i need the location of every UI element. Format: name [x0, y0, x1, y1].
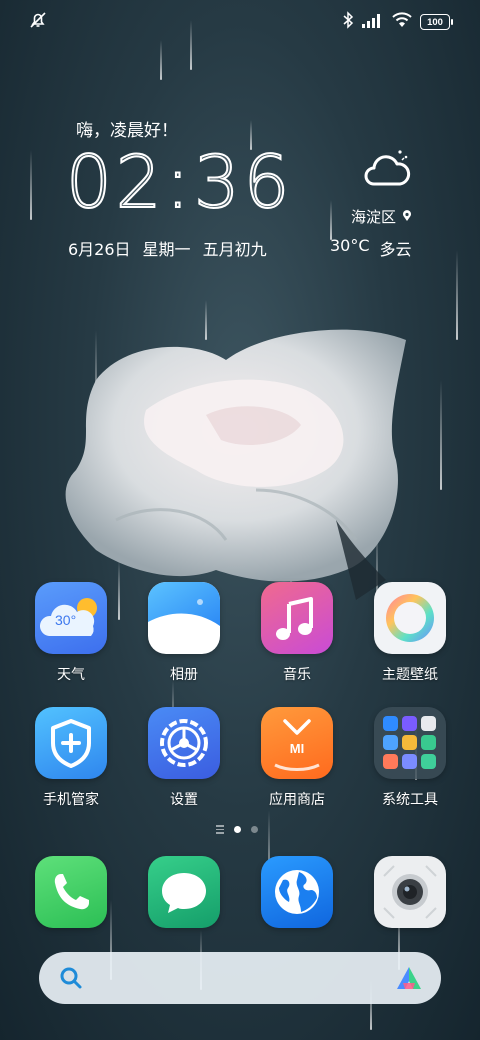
app-gallery[interactable]: 相册	[139, 582, 229, 684]
messages-icon[interactable]	[148, 856, 220, 928]
ai-assistant-icon[interactable]	[395, 965, 423, 995]
gallery-app-icon	[148, 582, 220, 654]
date-text: 6月26日	[68, 240, 131, 259]
cloudy-night-icon[interactable]	[364, 148, 412, 194]
wallpaper-rose-image	[56, 320, 416, 624]
lunar-date-text: 五月初九	[202, 240, 267, 259]
location-pin-icon	[402, 208, 412, 226]
battery-icon: 100	[420, 14, 453, 30]
search-bar[interactable]	[39, 952, 441, 1004]
browser-icon[interactable]	[261, 856, 333, 928]
app-label: 天气	[57, 667, 85, 683]
app-system-tools-folder[interactable]: 系统工具	[365, 707, 455, 809]
date-line: 6月26日 星期一 五月初九	[68, 236, 267, 260]
signal-icon	[362, 13, 384, 32]
app-label: 系统工具	[382, 792, 438, 808]
weekday-text: 星期一	[142, 240, 191, 259]
camera-icon[interactable]	[374, 856, 446, 928]
security-app-icon	[35, 707, 107, 779]
settings-app-icon	[148, 707, 220, 779]
themes-app-icon	[374, 582, 446, 654]
app-label: 主题壁纸	[382, 667, 438, 683]
weather-app-icon: 30°	[35, 582, 107, 654]
page-indicator[interactable]	[216, 825, 258, 834]
status-bar: 100	[0, 0, 480, 40]
search-icon[interactable]	[59, 966, 83, 994]
greeting-text: 嗨，凌晨好！	[76, 121, 178, 141]
weather-condition-text: 多云	[379, 240, 412, 259]
location[interactable]: 海淀区	[351, 206, 412, 227]
music-app-icon	[261, 582, 333, 654]
app-settings[interactable]: 设置	[139, 707, 229, 809]
wifi-icon	[392, 12, 412, 32]
app-label: 音乐	[283, 667, 311, 683]
app-security[interactable]: 手机管家	[26, 707, 116, 809]
temperature-text: 30°C	[330, 236, 370, 255]
app-store-icon: MI	[261, 707, 333, 779]
store-logo-text: MI	[289, 741, 305, 756]
app-store[interactable]: MI 应用商店	[252, 707, 342, 809]
muted-bell-icon	[28, 12, 48, 34]
app-themes[interactable]: 主题壁纸	[365, 582, 455, 684]
app-music[interactable]: 音乐	[252, 582, 342, 684]
app-weather[interactable]: 30° 天气	[26, 582, 116, 684]
page-dot-active[interactable]	[234, 825, 241, 833]
weather-line: 30°C 多云	[330, 236, 412, 260]
bluetooth-icon	[342, 11, 354, 33]
app-label: 设置	[170, 792, 198, 808]
phone-icon[interactable]	[35, 856, 107, 928]
home-menu-icon[interactable]	[216, 825, 224, 834]
location-text: 海淀区	[351, 208, 397, 226]
app-label: 手机管家	[43, 792, 99, 808]
system-tools-folder-icon	[374, 707, 446, 779]
app-label: 应用商店	[269, 792, 325, 808]
clock-time[interactable]: 02:36	[65, 139, 294, 225]
app-label: 相册	[170, 667, 198, 683]
weather-badge-text: 30°	[55, 612, 77, 628]
page-dot[interactable]	[251, 825, 258, 833]
